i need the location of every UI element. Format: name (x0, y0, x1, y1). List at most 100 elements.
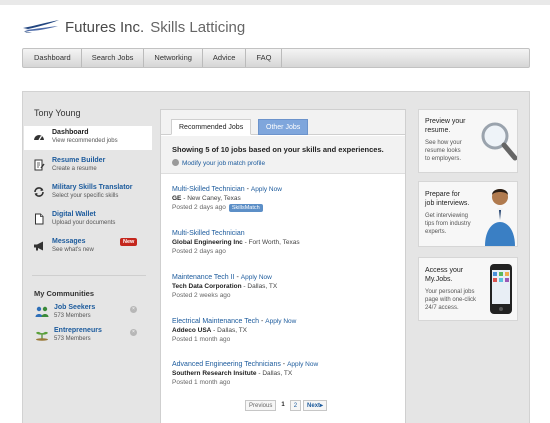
page-2[interactable]: 2 (289, 400, 302, 411)
apply-now-link[interactable]: Apply Now (265, 318, 296, 325)
refresh-arrows-icon (34, 187, 44, 197)
job-posted: Posted 2 days ago (172, 204, 226, 211)
sidebar-item-digital-wallet[interactable]: Digital Wallet Upload your documents (24, 208, 152, 232)
job-title-link[interactable]: Multi-Skilled Technician (172, 186, 245, 193)
sidebar-item-desc: See what's new (52, 247, 94, 253)
sidebar-item-title: Digital Wallet (52, 211, 96, 218)
sidebar-item-title: Resume Builder (52, 157, 106, 164)
nav-dashboard[interactable]: Dashboard (23, 49, 82, 67)
brand-title[interactable]: Futures Inc. Skills Latticing (65, 19, 245, 36)
job-title-link[interactable]: Advanced Engineering Technicians (172, 361, 281, 368)
promo-desc: to employers. (425, 156, 462, 162)
sidebar: Tony Young Dashboard View recommended jo… (24, 93, 152, 423)
arrow-right-icon: ▸ (320, 403, 324, 409)
sidebar-item-title: Messages (52, 238, 86, 245)
job-listing: Multi-Skilled Technician Global Engineer… (172, 230, 300, 255)
community-job-seekers[interactable]: Job Seekers 573 Members × (24, 303, 152, 323)
job-title-link[interactable]: Multi-Skilled Technician (172, 230, 245, 237)
sidebar-item-desc: Upload your documents (52, 220, 116, 226)
job-listing: Advanced Engineering Technicians - Apply… (172, 361, 319, 386)
pagination: Previous 1 2 Next▸ (245, 400, 328, 412)
smartphone-icon (490, 264, 512, 314)
sidebar-item-dashboard[interactable]: Dashboard View recommended jobs (24, 126, 152, 150)
next-label: Next (307, 403, 321, 409)
job-location: New Caney, Texas (187, 195, 241, 202)
nav-faq[interactable]: FAQ (246, 49, 283, 67)
sidebar-item-desc: Create a resume (52, 166, 97, 172)
tab-other-jobs[interactable]: Other Jobs (258, 119, 309, 135)
promo-desc: tips from industry (425, 221, 471, 227)
job-location: Dallas, TX (217, 327, 248, 334)
sidebar-item-title: Dashboard (52, 129, 89, 136)
gauge-icon (34, 135, 44, 141)
nav-search-jobs[interactable]: Search Jobs (82, 49, 145, 67)
job-posted: Posted 1 month ago (172, 336, 231, 343)
communities-heading: My Communities (34, 289, 95, 298)
remove-icon[interactable]: × (130, 329, 137, 336)
document-edit-icon (34, 159, 45, 171)
site-header: Futures Inc. Skills Latticing (0, 5, 550, 45)
job-listing: Multi-Skilled Technician - Apply Now GE … (172, 186, 282, 212)
apply-now-link[interactable]: Apply Now (251, 186, 282, 193)
tab-recommended-jobs[interactable]: Recommended Jobs (171, 119, 252, 135)
job-title-link[interactable]: Electrical Maintenance Tech (172, 318, 259, 325)
sidebar-item-desc: View recommended jobs (52, 138, 118, 144)
page-1[interactable]: 1 (278, 400, 287, 411)
results-summary: Showing 5 of 10 jobs based on your skill… (172, 145, 384, 154)
brand-name: Futures Inc. (65, 19, 145, 36)
promo-desc: Get interviewing (425, 213, 469, 219)
community-title: Job Seekers (54, 304, 96, 311)
promo-job-interviews[interactable]: Prepare for job interviews. Get intervie… (418, 181, 518, 247)
promo-desc: page with one-click (425, 297, 477, 303)
jobs-card: Recommended Jobs Other Jobs Showing 5 of… (160, 109, 406, 423)
remove-icon[interactable]: × (130, 306, 137, 313)
magnifier-icon (481, 122, 517, 161)
sidebar-item-desc: Select your specific skills (52, 193, 119, 199)
tabs-bar: Recommended Jobs Other Jobs (161, 110, 405, 135)
main-nav: Dashboard Search Jobs Networking Advice … (22, 48, 530, 68)
promo-desc: See how your (425, 140, 462, 146)
promo-desc: 24/7 access. (425, 305, 459, 311)
promo-desc: Your personal jobs (425, 289, 475, 295)
money-icon (36, 331, 48, 341)
job-company: GE (172, 195, 182, 202)
community-title: Entrepreneurs (54, 327, 102, 334)
community-members: 573 Members (54, 336, 91, 342)
nav-networking[interactable]: Networking (144, 49, 203, 67)
promo-title: My.Jobs. (425, 276, 453, 283)
job-title-link[interactable]: Maintenance Tech II (172, 274, 235, 281)
promo-title: Prepare for (425, 191, 461, 198)
modify-profile-link[interactable]: Modify your job match profile (172, 159, 265, 167)
people-icon (35, 306, 49, 317)
job-posted: Posted 2 weeks ago (172, 292, 231, 299)
sidebar-item-military-skills[interactable]: Military Skills Translator Select your s… (24, 181, 152, 205)
apply-now-link[interactable]: Apply Now (241, 274, 272, 281)
promo-title: resume. (425, 127, 451, 134)
job-location: Fort Worth, Texas (248, 239, 300, 246)
sidebar-divider (32, 275, 146, 276)
job-listing: Electrical Maintenance Tech - Apply Now … (172, 318, 297, 343)
promo-my-jobs[interactable]: Access your My.Jobs. Your personal jobs … (418, 257, 518, 321)
job-company: Tech Data Corporation (172, 283, 242, 290)
community-members: 573 Members (54, 313, 91, 319)
job-company: Addeco USA (172, 327, 212, 334)
sidebar-item-title: Military Skills Translator (52, 184, 133, 191)
user-name: Tony Young (34, 108, 81, 118)
promo-title: job interviews. (425, 200, 470, 207)
promo-desc: resume looks (425, 148, 461, 154)
job-listing: Maintenance Tech II - Apply Now Tech Dat… (172, 274, 278, 299)
summary-box: Showing 5 of 10 jobs based on your skill… (161, 136, 405, 174)
nav-advice[interactable]: Advice (203, 49, 247, 67)
apply-now-link[interactable]: Apply Now (287, 361, 318, 368)
promo-preview-resume[interactable]: Preview your resume. See how your resume… (418, 109, 518, 173)
sidebar-item-resume-builder[interactable]: Resume Builder Create a resume (24, 154, 152, 178)
community-entrepreneurs[interactable]: Entrepreneurs 573 Members × (24, 326, 152, 346)
gear-icon (172, 159, 179, 166)
product-name: Skills Latticing (150, 19, 246, 36)
document-icon (35, 213, 44, 225)
new-badge: New (120, 238, 138, 246)
promo-title: Preview your (425, 118, 466, 125)
previous-page-button[interactable]: Previous (245, 400, 277, 411)
sidebar-item-messages[interactable]: Messages See what's new New (24, 235, 152, 259)
next-page-button[interactable]: Next▸ (303, 400, 328, 411)
